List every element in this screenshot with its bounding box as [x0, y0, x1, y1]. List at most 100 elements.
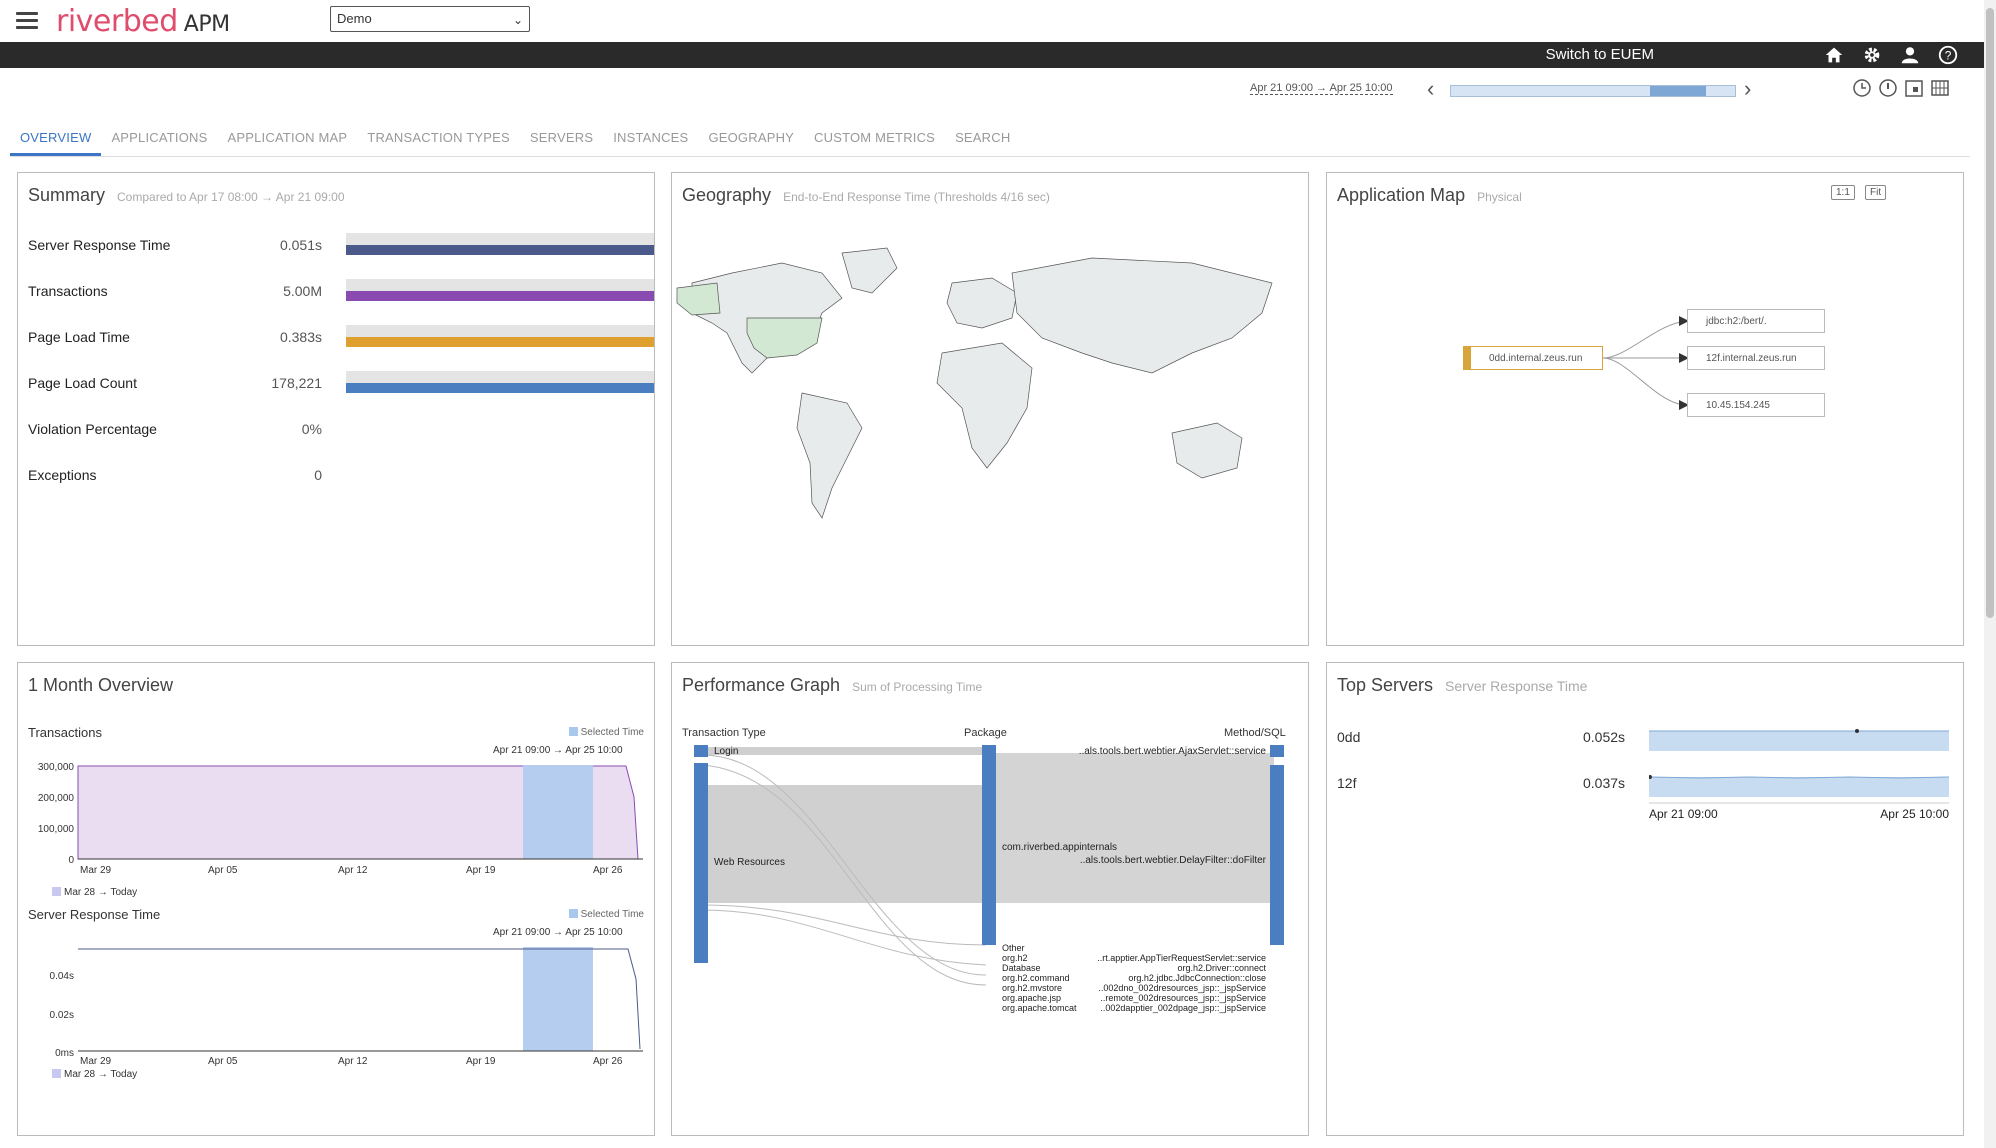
brand-name: riverbed: [56, 4, 178, 39]
app-node-db[interactable]: jdbc:h2:/bert/.: [1687, 309, 1825, 333]
summary-label: Page Load Count: [28, 375, 137, 391]
package-label: Database: [1002, 963, 1041, 973]
app-node-ip[interactable]: 10.45.154.245: [1687, 393, 1825, 417]
selected-time-legend: Selected Time: [568, 727, 644, 738]
map-region-africa[interactable]: [936, 342, 1033, 469]
sankey-node-package[interactable]: [982, 745, 996, 945]
selected-range-label: Apr 21 09:00 → Apr 25 10:00: [493, 927, 623, 938]
summary-row-violation[interactable]: Violation Percentage 0%: [28, 417, 648, 441]
server-response-chart[interactable]: 0.04s 0.02s 0ms Mar 29 Apr 05 Apr 12 Apr…: [18, 939, 654, 1069]
map-region-asia[interactable]: [1011, 257, 1273, 374]
tab-search[interactable]: SEARCH: [945, 124, 1020, 156]
selected-time-region: [523, 947, 593, 1051]
home-icon[interactable]: [1822, 44, 1846, 66]
sankey-node-login[interactable]: [694, 745, 708, 757]
switch-euem-link[interactable]: Switch to EUEM: [1546, 46, 1654, 63]
method-label: ..remote_002dresources_jsp::_jspService: [1100, 993, 1266, 1003]
page-scrollbar[interactable]: [1984, 0, 1996, 1148]
panel-title: Top Servers Server Response Time: [1337, 675, 1587, 696]
summary-value: 0.051s: [279, 237, 322, 253]
y-tick: 300,000: [38, 762, 75, 773]
menu-icon[interactable]: [16, 12, 38, 30]
user-icon[interactable]: [1898, 44, 1922, 66]
tab-transaction-types[interactable]: TRANSACTION TYPES: [357, 124, 520, 156]
timeline-icon[interactable]: [1930, 78, 1950, 98]
panel-title: Performance Graph Sum of Processing Time: [682, 675, 982, 696]
x-tick: Mar 29: [80, 1056, 112, 1067]
type-label: Web Resources: [714, 857, 785, 868]
gear-icon[interactable]: [1860, 44, 1884, 66]
summary-label: Page Load Time: [28, 329, 130, 345]
time-slider[interactable]: [1450, 85, 1736, 97]
map-region-south-america[interactable]: [796, 392, 863, 519]
appmap-connectors: [1602, 316, 1689, 410]
map-region-europe[interactable]: [946, 277, 1018, 329]
sankey-node-method-top[interactable]: [1270, 745, 1284, 757]
product-name: APM: [183, 12, 230, 37]
clock-icon[interactable]: [1852, 78, 1872, 98]
summary-label: Exceptions: [28, 467, 97, 483]
method-label: ..als.tools.bert.webtier.DelayFilter::do…: [1080, 855, 1267, 866]
x-tick: Apr 12: [338, 1056, 368, 1067]
tab-geography[interactable]: GEOGRAPHY: [698, 124, 804, 156]
tab-custom-metrics[interactable]: CUSTOM METRICS: [804, 124, 945, 156]
package-label: org.apache.jsp: [1002, 993, 1061, 1003]
scrollbar-thumb[interactable]: [1986, 8, 1994, 618]
package-label: com.riverbed.appinternals: [1002, 842, 1117, 853]
world-map[interactable]: [672, 243, 1308, 543]
app-node-server[interactable]: 12f.internal.zeus.run: [1687, 346, 1825, 370]
help-icon[interactable]: ?: [1936, 44, 1960, 66]
tab-overview[interactable]: OVERVIEW: [10, 124, 102, 156]
range-legend: Mar 28 → Today: [52, 887, 137, 898]
top-servers-panel: Top Servers Server Response Time 0dd 0.05…: [1326, 662, 1964, 1136]
y-tick: 100,000: [38, 824, 75, 835]
server-name: 0dd: [1337, 729, 1361, 745]
time-slider-selection[interactable]: [1650, 86, 1706, 96]
server-sparkline-0dd[interactable]: [1649, 727, 1949, 751]
calendar-icon[interactable]: [1904, 78, 1924, 98]
map-region-greenland[interactable]: [841, 247, 898, 294]
tab-servers[interactable]: SERVERS: [520, 124, 603, 156]
x-axis-end: Apr 25 10:00: [1880, 807, 1949, 821]
summary-value: 178,221: [271, 375, 322, 391]
time-range-label[interactable]: Apr 21 09:00 → Apr 25 10:00: [1250, 82, 1393, 95]
app-node-source[interactable]: 0dd.internal.zeus.run: [1463, 346, 1603, 370]
server-sparkline-12f[interactable]: [1649, 771, 1949, 805]
summary-row-transactions[interactable]: Transactions 5.00M: [28, 279, 654, 303]
logo: riverbed APM: [56, 4, 230, 39]
y-tick: 0.02s: [50, 1010, 74, 1021]
x-tick: Apr 26: [593, 865, 623, 876]
tab-application-map[interactable]: APPLICATION MAP: [218, 124, 358, 156]
summary-value: 5.00M: [283, 283, 322, 299]
summary-row-page-load-count[interactable]: Page Load Count 178,221: [28, 371, 654, 395]
performance-graph-panel: Performance Graph Sum of Processing Time …: [671, 662, 1309, 1136]
sankey-node-web[interactable]: [694, 763, 708, 963]
environment-select[interactable]: Demo ⌄: [330, 6, 530, 32]
summary-row-exceptions[interactable]: Exceptions 0: [28, 463, 648, 487]
tab-instances[interactable]: INSTANCES: [603, 124, 698, 156]
summary-bar-fill: [346, 291, 654, 301]
tab-applications[interactable]: APPLICATIONS: [101, 124, 217, 156]
geography-subtitle: End-to-End Response Time (Thresholds 4/1…: [783, 190, 1050, 204]
summary-row-server-response[interactable]: Server Response Time 0.051s: [28, 233, 654, 257]
x-axis-start: Apr 21 09:00: [1649, 807, 1718, 821]
sankey-node-method[interactable]: [1270, 765, 1284, 945]
alarm-icon[interactable]: [1878, 78, 1898, 98]
perf-subtitle: Sum of Processing Time: [852, 680, 983, 694]
perf-title: Performance Graph: [682, 675, 841, 695]
chevron-right-icon[interactable]: ›: [1744, 76, 1751, 102]
legend-text: Mar 28 → Today: [64, 1069, 138, 1080]
map-region-australia[interactable]: [1171, 422, 1243, 479]
sankey-chart[interactable]: Login Web Resources com.riverbed.appinte…: [672, 745, 1308, 1015]
x-tick: Apr 12: [338, 865, 368, 876]
legend-text: Selected Time: [580, 909, 644, 920]
chevron-down-icon: ⌄: [512, 13, 523, 27]
connector-ip: [1602, 357, 1688, 406]
transactions-chart[interactable]: 300,000 200,000 100,000 0 Mar 29 Apr 05 …: [18, 757, 654, 887]
package-label: org.h2: [1002, 953, 1028, 963]
summary-row-page-load-time[interactable]: Page Load Time 0.383s: [28, 325, 654, 349]
panel-title: Summary Compared to Apr 17 08:00 → Apr 21…: [28, 185, 345, 206]
chevron-left-icon[interactable]: ‹: [1427, 76, 1434, 102]
server-value: 0.037s: [1583, 775, 1626, 791]
map-region-alaska[interactable]: [676, 282, 721, 316]
